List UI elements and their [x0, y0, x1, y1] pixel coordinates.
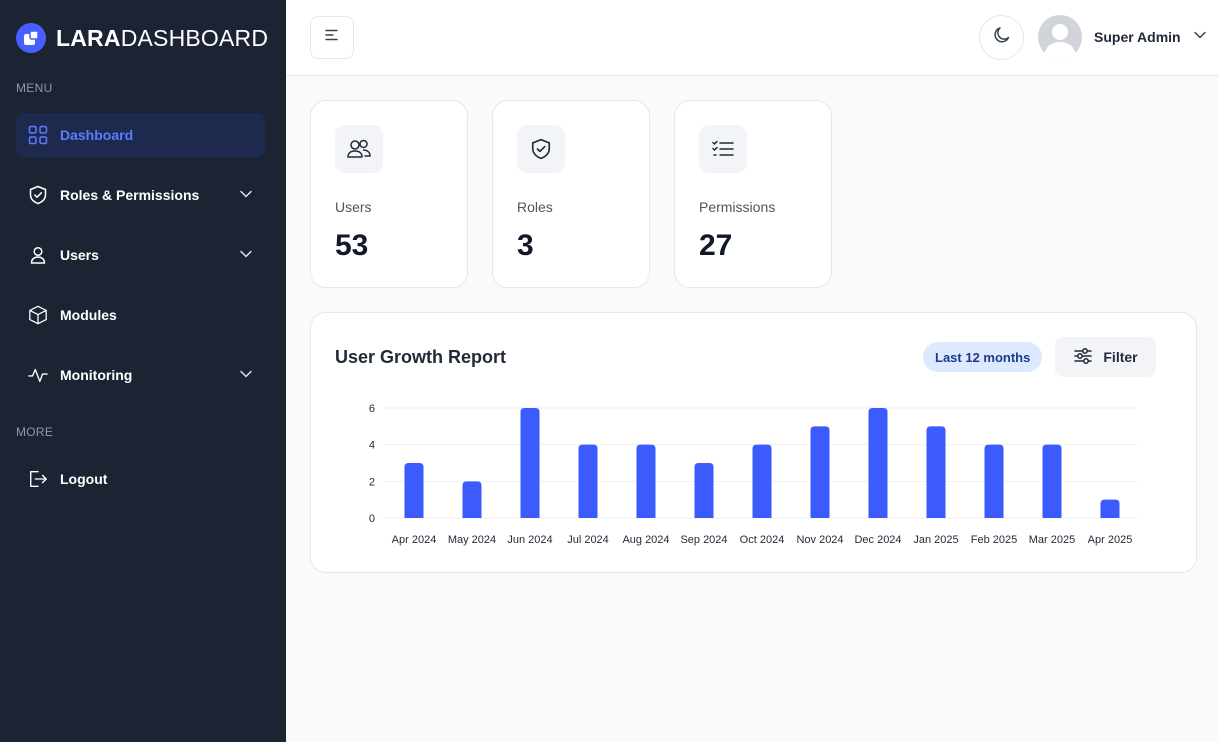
- user-growth-chart: 0 2 4 6 Apr 2024 May 2024 Jun 2024 Jul 2024 Aug …: [369, 403, 1137, 546]
- activity-icon: [28, 365, 48, 385]
- chart-bar[interactable]: [462, 481, 482, 518]
- x-tick-label: May 2024: [448, 534, 496, 546]
- stat-label: Roles: [517, 199, 553, 215]
- sidebar-item-logout[interactable]: Logout: [16, 457, 265, 501]
- chevron-down-icon[interactable]: [239, 247, 253, 266]
- sidebar-item-users[interactable]: Users: [16, 233, 265, 277]
- avatar: [1038, 15, 1082, 59]
- y-tick-label: 2: [369, 476, 375, 488]
- stat-value: 53: [335, 229, 369, 262]
- x-tick-label: Sep 2024: [680, 534, 727, 546]
- x-tick-label: Apr 2024: [392, 534, 437, 546]
- sidebar-item-label: Monitoring: [60, 367, 133, 383]
- y-tick-label: 4: [369, 440, 375, 452]
- stat-value: 3: [517, 229, 534, 262]
- sidebar-item-label: Roles & Permissions: [60, 187, 200, 203]
- x-tick-label: Jan 2025: [913, 534, 958, 546]
- x-tick-label: Jul 2024: [567, 534, 609, 546]
- user-menu[interactable]: Super Admin: [1038, 14, 1207, 60]
- stat-label: Permissions: [699, 199, 776, 215]
- cube-icon: [28, 305, 48, 325]
- shield-icon: [28, 185, 48, 205]
- stat-card-users[interactable]: Users 53: [310, 100, 468, 288]
- sidebar-item-monitoring[interactable]: Monitoring: [16, 353, 265, 397]
- stat-label: Users: [335, 199, 372, 215]
- y-tick-label: 6: [369, 403, 375, 415]
- menu-section-label: MENU: [16, 81, 53, 95]
- x-tick-label: Nov 2024: [796, 534, 843, 546]
- x-tick-label: Feb 2025: [971, 534, 1017, 546]
- sliders-icon: [1073, 347, 1093, 368]
- menu-icon: [324, 28, 340, 47]
- sidebar-item-label: Users: [60, 247, 99, 263]
- sidebar-item-label: Modules: [60, 307, 117, 323]
- chart-bar[interactable]: [868, 408, 888, 518]
- more-section-label: MORE: [16, 425, 54, 439]
- logout-icon: [28, 469, 48, 489]
- brand-name-light: DASHBOARD: [120, 24, 269, 51]
- user-icon: [28, 245, 48, 265]
- brand-name: LARADASHBOARD: [56, 25, 268, 52]
- chart-bar[interactable]: [926, 426, 946, 518]
- range-badge[interactable]: Last 12 months: [923, 342, 1043, 372]
- logo-icon: [16, 23, 46, 53]
- chart-bar[interactable]: [694, 463, 714, 518]
- user-name: Super Admin: [1094, 29, 1181, 45]
- chart-bar[interactable]: [752, 444, 772, 518]
- x-tick-label: Aug 2024: [622, 534, 669, 546]
- chart-bar[interactable]: [1100, 499, 1120, 518]
- chevron-down-icon[interactable]: [239, 187, 253, 206]
- moon-icon: [992, 25, 1012, 50]
- sidebar-toggle-button[interactable]: [310, 16, 354, 59]
- chart-bar[interactable]: [984, 444, 1004, 518]
- chart-bar[interactable]: [636, 444, 656, 518]
- brand-logo[interactable]: LARADASHBOARD: [16, 22, 268, 54]
- sidebar-item-label: Logout: [60, 471, 108, 487]
- filter-label: Filter: [1103, 349, 1138, 365]
- theme-toggle-button[interactable]: [979, 15, 1024, 60]
- chart-title: User Growth Report: [335, 347, 507, 367]
- stat-card-roles[interactable]: Roles 3: [492, 100, 650, 288]
- filter-button[interactable]: Filter: [1055, 337, 1156, 377]
- chevron-down-icon[interactable]: [239, 367, 253, 386]
- chevron-down-icon: [1193, 28, 1207, 47]
- brand-name-bold: LARA: [56, 24, 121, 51]
- grid-icon: [28, 125, 48, 145]
- top-header: Super Admin: [286, 0, 1219, 76]
- chart-bar[interactable]: [1042, 444, 1062, 518]
- chart-bar[interactable]: [578, 444, 598, 518]
- stat-value: 27: [699, 229, 733, 262]
- y-tick-label: 0: [369, 513, 375, 525]
- x-tick-label: Jun 2024: [507, 534, 552, 546]
- chart-bar[interactable]: [810, 426, 830, 518]
- sidebar: LARADASHBOARD MENU Dashboard Roles & Per…: [0, 0, 286, 742]
- sidebar-item-label: Dashboard: [60, 127, 134, 143]
- chart-bar[interactable]: [404, 463, 424, 518]
- list-check-icon: [699, 125, 747, 173]
- x-tick-label: Apr 2025: [1088, 534, 1133, 546]
- x-tick-label: Dec 2024: [854, 534, 901, 546]
- sidebar-item-dashboard[interactable]: Dashboard: [16, 113, 265, 157]
- shield-check-icon: [517, 125, 565, 173]
- x-tick-label: Oct 2024: [740, 534, 785, 546]
- sidebar-item-roles-permissions[interactable]: Roles & Permissions: [16, 173, 265, 217]
- users-icon: [335, 125, 383, 173]
- stat-card-permissions[interactable]: Permissions 27: [674, 100, 832, 288]
- chart-bar[interactable]: [520, 408, 540, 518]
- x-tick-label: Mar 2025: [1029, 534, 1075, 546]
- user-growth-card: User Growth Report Last 12 months Filter…: [310, 312, 1197, 573]
- sidebar-item-modules[interactable]: Modules: [16, 293, 265, 337]
